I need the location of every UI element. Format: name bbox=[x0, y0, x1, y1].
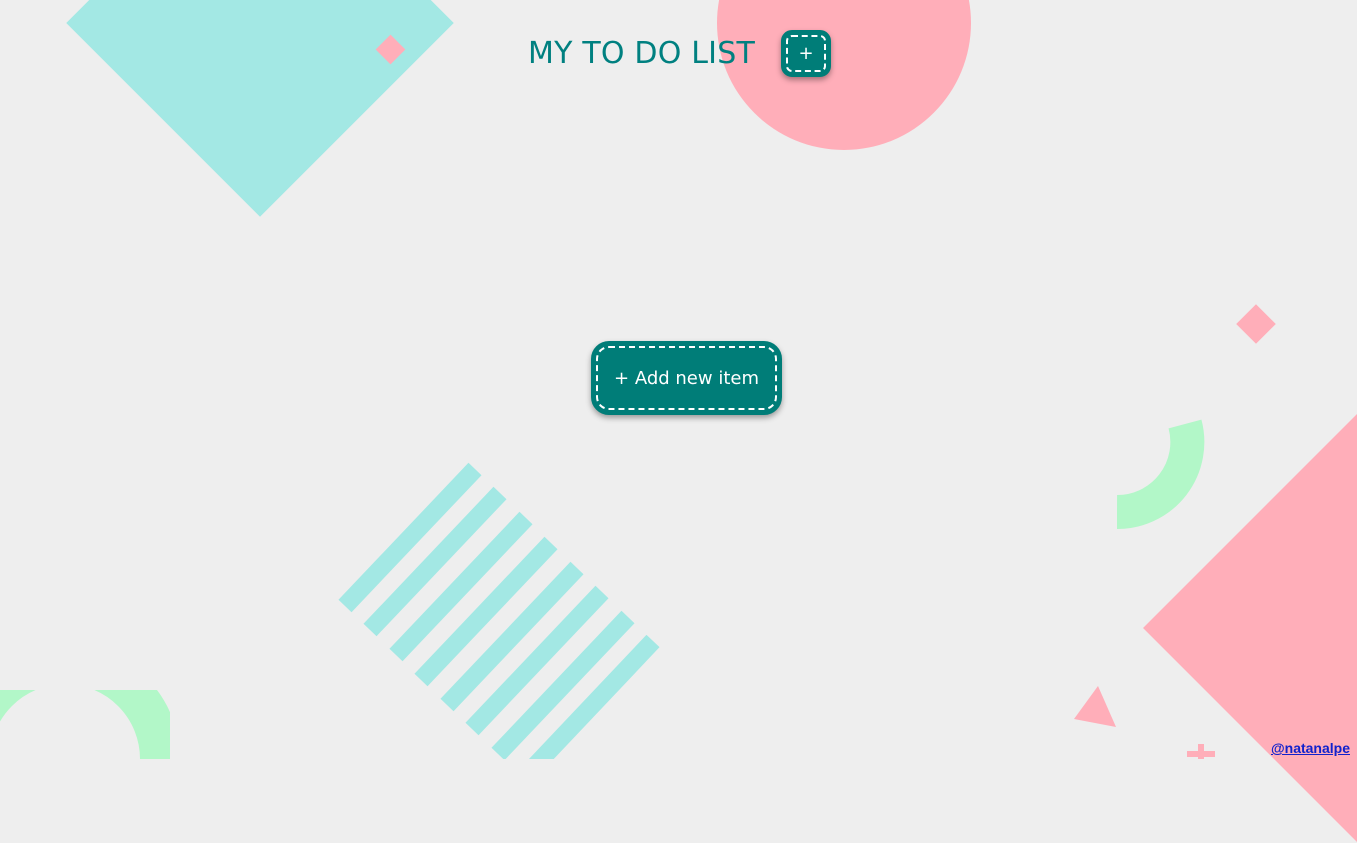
author-link[interactable]: @natanalpe bbox=[1271, 740, 1350, 756]
decor-arc-green bbox=[1117, 419, 1205, 530]
add-new-item-button[interactable]: + Add new item bbox=[591, 341, 782, 415]
page-title: MY TO DO LIST bbox=[528, 36, 755, 71]
add-icon-button[interactable]: + bbox=[781, 30, 831, 77]
decor-small-diamond-pink-right bbox=[1236, 304, 1276, 344]
decor-arc-green-bottom bbox=[0, 690, 170, 759]
decor-diamond-cyan bbox=[66, 0, 454, 217]
decor-triangle-pink bbox=[1074, 686, 1116, 727]
decor-plus-pink bbox=[1187, 744, 1215, 759]
decor-stripes-cyan bbox=[338, 462, 660, 759]
plus-icon: + bbox=[798, 43, 814, 64]
decor-circle-pink bbox=[717, 0, 971, 150]
